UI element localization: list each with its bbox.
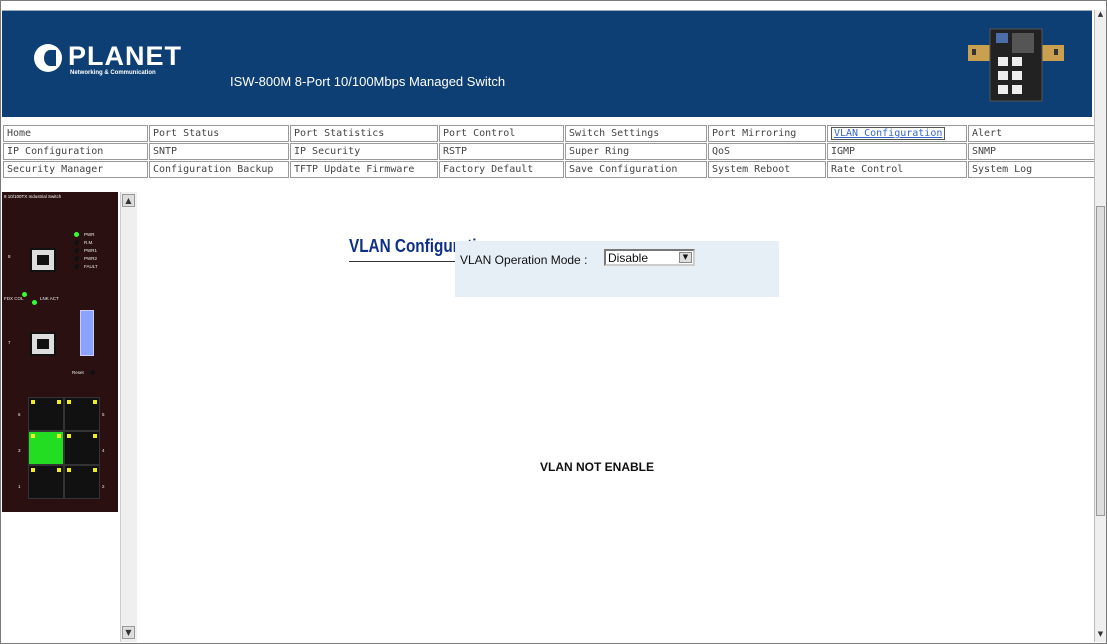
port-number: 1 [18, 484, 21, 489]
reset-button-icon[interactable] [90, 370, 95, 375]
led-label-pwr1: PWR1 [84, 248, 98, 253]
vlan-mode-value: Disable [608, 251, 649, 265]
nav-port-mirroring[interactable]: Port Mirroring [708, 125, 826, 142]
nav-alert[interactable]: Alert [968, 125, 1100, 142]
nav-super-ring[interactable]: Super Ring [565, 143, 707, 160]
nav-tftp-update-firmware[interactable]: TFTP Update Firmware [290, 161, 438, 178]
fiber-port-8[interactable] [30, 248, 56, 272]
vlan-status-message: VLAN NOT ENABLE [540, 460, 654, 474]
port-number: 3 [18, 448, 21, 453]
rj45-port-grid [28, 397, 100, 499]
logo-subtext: Networking & Communication [70, 70, 156, 76]
rj45-port-1[interactable] [28, 465, 64, 499]
led-label-fdx-col: FDX COL [4, 296, 24, 301]
pwr1-led-icon [74, 248, 79, 253]
nav-security-manager[interactable]: Security Manager [3, 161, 148, 178]
switch-device-icon [968, 28, 1064, 102]
vlan-mode-panel: VLAN Operation Mode : Disable ▼ [455, 241, 779, 297]
nav-switch-settings[interactable]: Switch Settings [565, 125, 707, 142]
device-front-panel: 8 10/100TX Industrial Switch 8 PWR R.M. … [2, 192, 118, 512]
scroll-down-arrow-icon[interactable]: ▼ [122, 626, 135, 639]
nav-row: IP Configuration SNTP IP Security RSTP S… [3, 143, 1100, 160]
rj45-port-2[interactable] [64, 465, 100, 499]
nav-save-configuration[interactable]: Save Configuration [565, 161, 707, 178]
port-number: 7 [8, 340, 11, 345]
led-label-rm: R.M. [84, 240, 94, 245]
main-content: VLAN Configuration VLAN Operation Mode :… [138, 192, 1092, 642]
led-label-lnk-act: LNK ACT [40, 296, 59, 301]
col-led-icon [32, 300, 37, 305]
dropdown-arrow-icon[interactable]: ▼ [679, 252, 692, 263]
nav-row: Home Port Status Port Statistics Port Co… [3, 125, 1100, 142]
nav-port-statistics[interactable]: Port Statistics [290, 125, 438, 142]
rj45-port-6[interactable] [28, 397, 64, 431]
scroll-up-arrow-icon[interactable]: ▲ [122, 194, 135, 207]
nav-igmp[interactable]: IGMP [827, 143, 967, 160]
led-label-pwr: PWR [84, 232, 95, 237]
nav-vlan-configuration[interactable]: VLAN Configuration [827, 125, 967, 142]
nav-ip-security[interactable]: IP Security [290, 143, 438, 160]
led-label-fault: FAULT [84, 264, 98, 269]
product-title: ISW-800M 8-Port 10/100Mbps Managed Switc… [230, 74, 506, 89]
rj45-port-5[interactable] [64, 397, 100, 431]
device-panel-frame: 8 10/100TX Industrial Switch 8 PWR R.M. … [2, 192, 137, 642]
nav-home[interactable]: Home [3, 125, 148, 142]
port-number: 8 [8, 254, 11, 259]
nav-row: Security Manager Configuration Backup TF… [3, 161, 1100, 178]
scroll-down-arrow-icon[interactable]: ▼ [1095, 630, 1106, 642]
port-number: 2 [102, 484, 105, 489]
pwr2-led-icon [74, 256, 79, 261]
nav-rstp[interactable]: RSTP [439, 143, 564, 160]
nav-vlan-configuration-label[interactable]: VLAN Configuration [831, 127, 946, 140]
page-scrollbar[interactable]: ▲ ▼ [1094, 10, 1106, 642]
rj45-port-3[interactable] [28, 431, 64, 465]
scroll-up-arrow-icon[interactable]: ▲ [1095, 10, 1106, 22]
device-panel-title: 8 10/100TX Industrial Switch [4, 194, 62, 199]
fault-led-icon [74, 264, 79, 269]
led-label-pwr2: PWR2 [84, 256, 98, 261]
vlan-mode-label: VLAN Operation Mode : [460, 253, 588, 267]
fiber-port-7[interactable] [30, 332, 56, 356]
nav-sntp[interactable]: SNTP [149, 143, 289, 160]
pwr-led-icon [74, 232, 79, 237]
nav-configuration-backup[interactable]: Configuration Backup [149, 161, 289, 178]
nav-rate-control[interactable]: Rate Control [827, 161, 967, 178]
reset-label: Reset [72, 370, 84, 375]
port-number: 5 [102, 412, 105, 417]
nav-factory-default[interactable]: Factory Default [439, 161, 564, 178]
dip-switch-icon [80, 310, 94, 356]
main-nav: Home Port Status Port Statistics Port Co… [2, 124, 1101, 179]
planet-logo-icon [34, 44, 62, 72]
nav-port-control[interactable]: Port Control [439, 125, 564, 142]
scrollbar-thumb[interactable] [1096, 206, 1105, 516]
header-banner: PLANET Networking & Communication ISW-80… [2, 10, 1092, 117]
rj45-port-4[interactable] [64, 431, 100, 465]
nav-qos[interactable]: QoS [708, 143, 826, 160]
nav-system-log[interactable]: System Log [968, 161, 1100, 178]
nav-port-status[interactable]: Port Status [149, 125, 289, 142]
left-frame-scrollbar[interactable]: ▲ ▼ [120, 192, 137, 642]
port-number: 6 [18, 412, 21, 417]
nav-snmp[interactable]: SNMP [968, 143, 1100, 160]
vlan-mode-select[interactable]: Disable ▼ [604, 249, 695, 266]
port-number: 4 [102, 448, 105, 453]
nav-ip-configuration[interactable]: IP Configuration [3, 143, 148, 160]
rm-led-icon [74, 240, 79, 245]
logo-text: PLANET [68, 41, 182, 71]
nav-system-reboot[interactable]: System Reboot [708, 161, 826, 178]
